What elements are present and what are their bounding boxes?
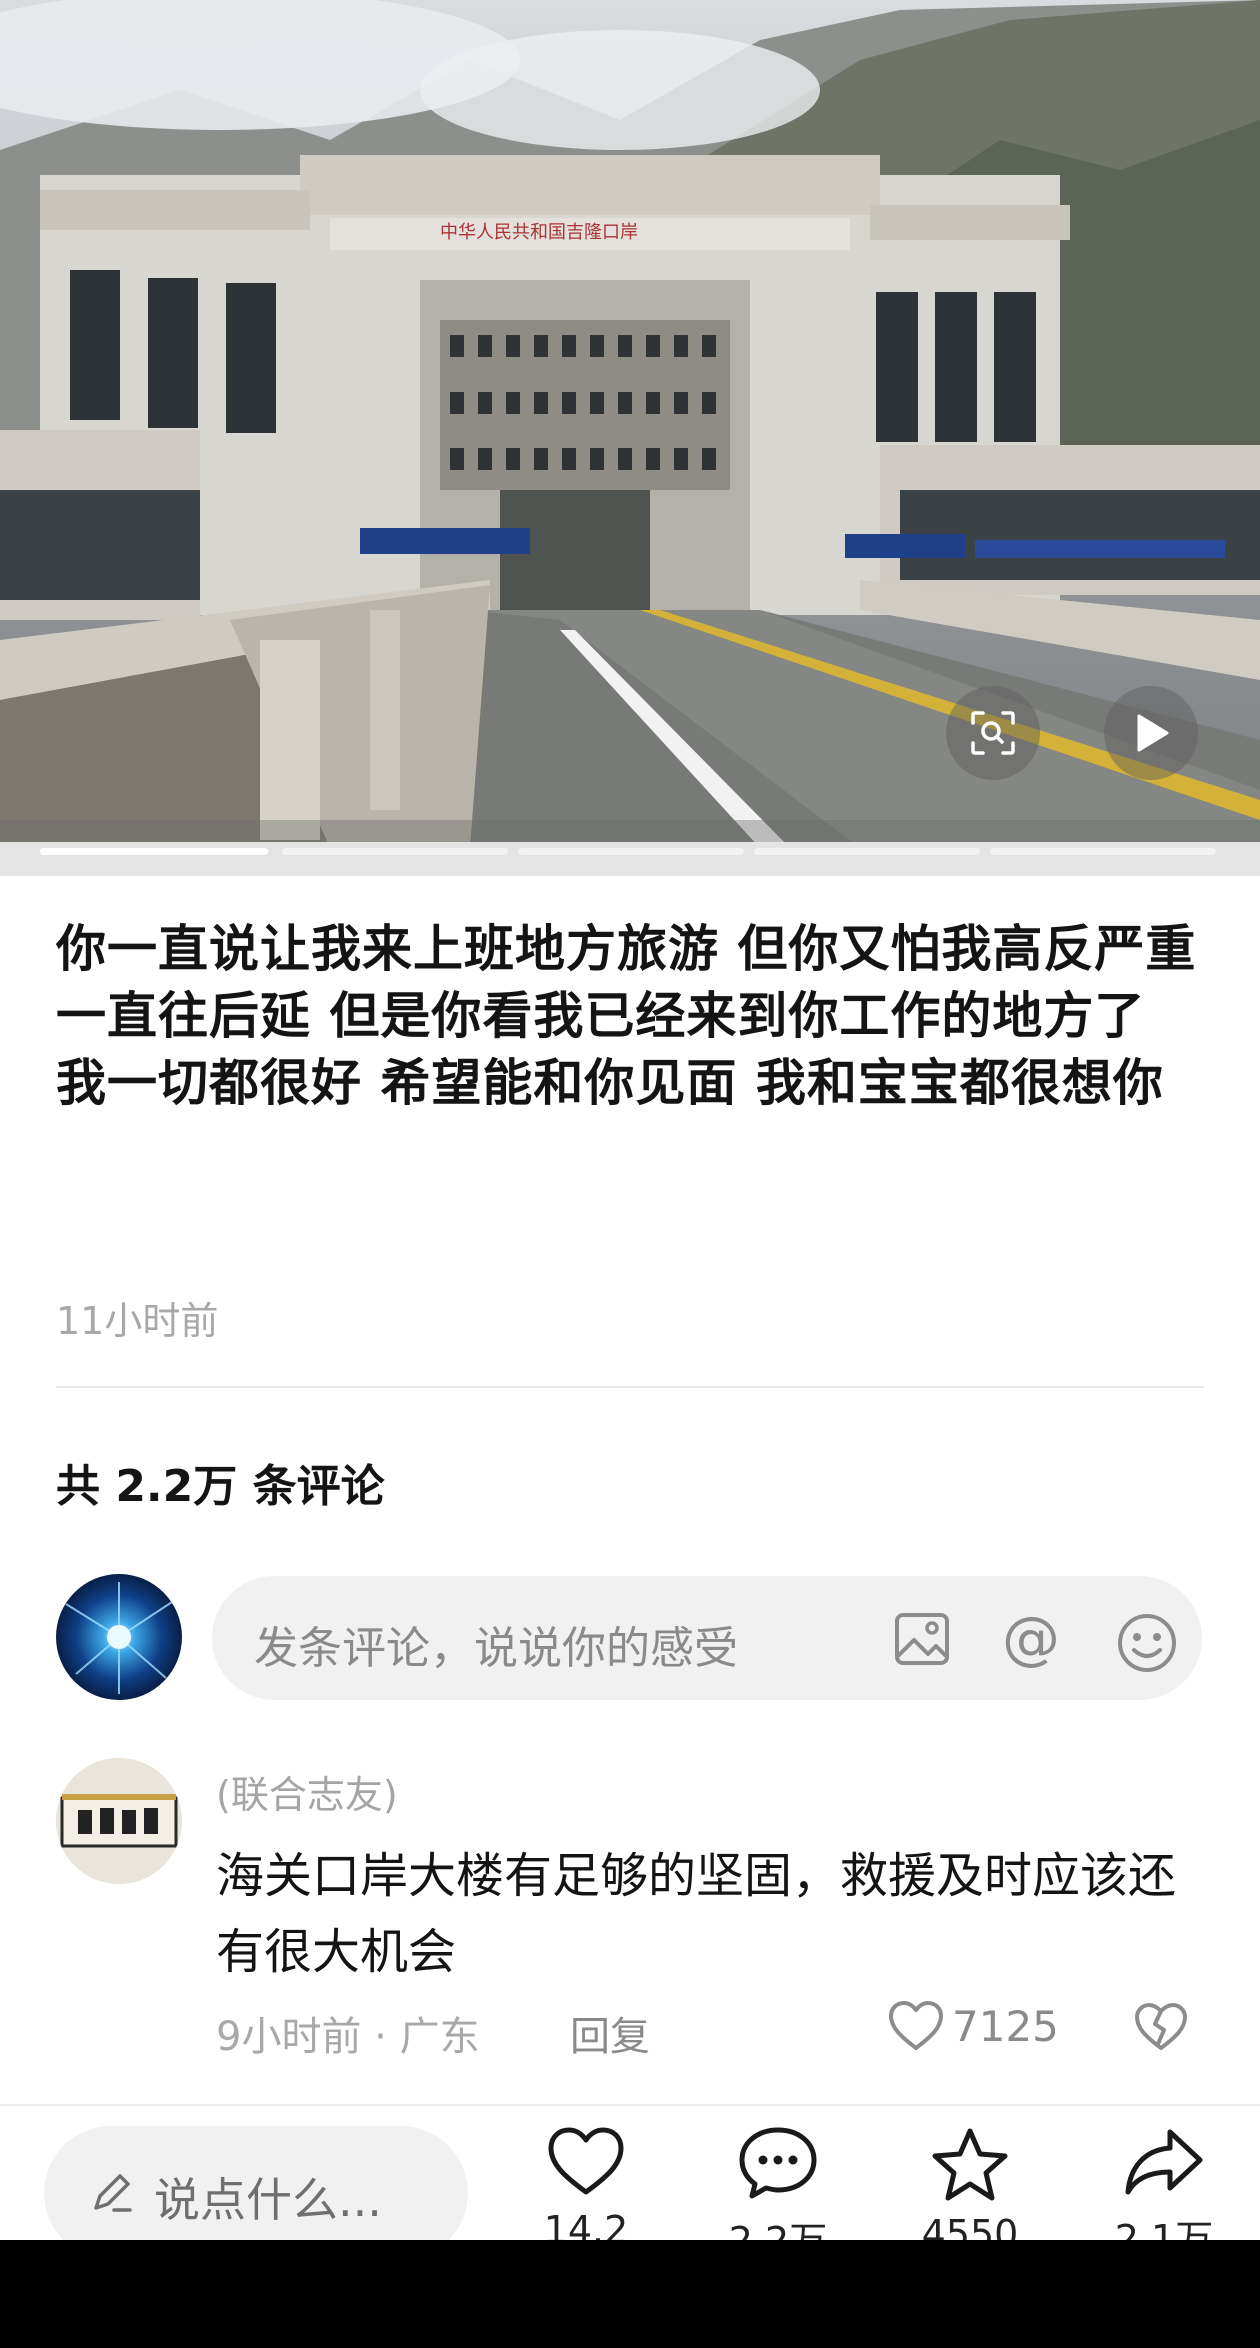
at-icon[interactable]: @ [1002, 1604, 1060, 1672]
border-building-photo: 中华人民共和国吉隆口岸 [0, 0, 1260, 848]
comment-author[interactable]: (联合志友) [216, 1764, 398, 1819]
broken-heart-icon [1135, 2003, 1187, 2050]
image-search-button[interactable] [946, 686, 1040, 780]
building-sign-text: 中华人民共和国吉隆口岸 [440, 222, 638, 243]
quick-comment-placeholder: 说点什么... [154, 2173, 382, 2227]
heart-icon [548, 2127, 624, 2195]
my-avatar[interactable] [56, 1574, 182, 1700]
pager-dot-1[interactable] [40, 848, 268, 855]
play-icon [1137, 714, 1169, 752]
post-hero-image[interactable]: 中华人民共和国吉隆口岸 [0, 0, 1260, 848]
pager-dot-4[interactable] [754, 848, 980, 855]
comment-text: 海关口岸大楼有足够的坚固，救援及时应该还有很大机会 [216, 1848, 1177, 1980]
quick-comment-input[interactable]: 说点什么... [44, 2126, 468, 2242]
comment-dislike-button[interactable] [1134, 2002, 1188, 2056]
comment-like-button[interactable]: 7125 [888, 2000, 1059, 2052]
comment-reply-button[interactable]: 回复 [570, 2004, 650, 2062]
share-icon [1125, 2129, 1203, 2195]
like-button[interactable]: 14.2万 [526, 2126, 646, 2242]
commenter-avatar[interactable] [56, 1758, 182, 1884]
post-timestamp: 11小时前 [56, 1299, 219, 1343]
avatar-image [65, 1582, 173, 1694]
favorite-count: 4550 [921, 2212, 1019, 2242]
image-icon[interactable] [894, 1612, 950, 1666]
bottom-action-bar: 说点什么... 14.2万 2.2万 4550 2.1万 [0, 2104, 1260, 2242]
pager-dot-3[interactable] [518, 848, 744, 855]
post-body-text: 你一直说让我来上班地方旅游 但你又怕我高反严重 一直往后延 但是你看我已经来到你… [56, 920, 1197, 1112]
favorite-button[interactable]: 4550 [910, 2126, 1030, 2242]
like-count: 14.2万 [543, 2208, 629, 2242]
share-button[interactable]: 2.1万 [1104, 2126, 1224, 2242]
pager-dot-5[interactable] [990, 848, 1216, 855]
comment-button[interactable]: 2.2万 [718, 2126, 838, 2242]
pager-dot-2[interactable] [282, 848, 508, 855]
pencil-icon [94, 2174, 132, 2212]
comment-count-heading: 共 2.2万 条评论 [56, 1461, 385, 1512]
scan-icon [971, 711, 1015, 755]
heart-icon [889, 2001, 943, 2050]
calligraphy-avatar-image [56, 1758, 182, 1884]
comment-meta: 9小时前 · 广东 [216, 2014, 480, 2060]
comment-count: 2.2万 [728, 2219, 828, 2242]
comment-like-count: 7125 [952, 2001, 1059, 2051]
comment-input[interactable]: 发条评论，说说你的感受 @ [212, 1576, 1202, 1700]
comment-input-placeholder: 发条评论，说说你的感受 [254, 1623, 738, 1674]
play-button[interactable] [1104, 686, 1198, 780]
image-pager [0, 842, 1260, 876]
screen-bottom-overlay [0, 2240, 1260, 2348]
emoji-icon[interactable] [1116, 1612, 1178, 1674]
section-divider [56, 1386, 1204, 1388]
comment-icon [739, 2127, 817, 2199]
star-icon [932, 2128, 1008, 2201]
share-count: 2.1万 [1114, 2217, 1214, 2242]
